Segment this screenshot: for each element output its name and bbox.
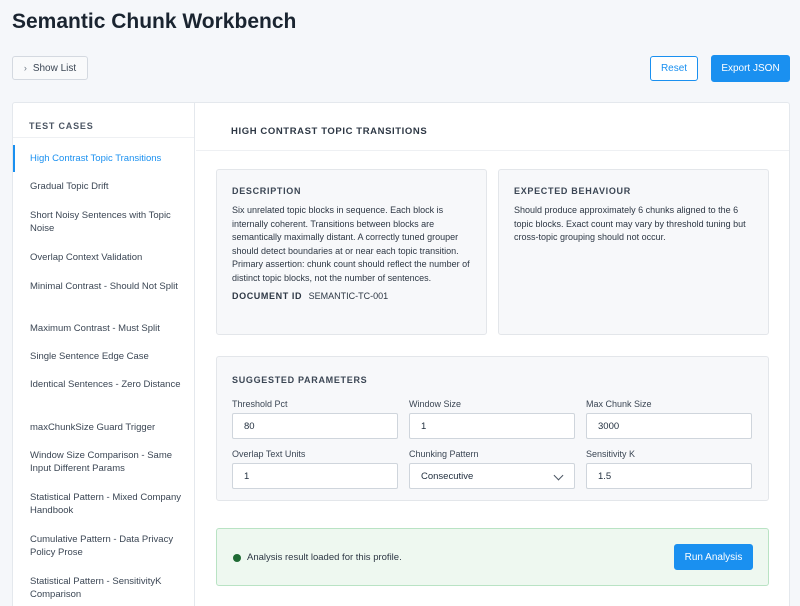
suggested-parameters-panel: SUGGESTED PARAMETERS Threshold Pct 80 Wi… bbox=[216, 356, 769, 501]
sidebar-item-high-contrast[interactable]: High Contrast Topic Transitions bbox=[13, 145, 194, 172]
sidebar-heading: TEST CASES bbox=[29, 121, 94, 131]
sidebar-item-cumulative-privacy[interactable]: Cumulative Pattern - Data Privacy Policy… bbox=[13, 533, 194, 559]
status-dot-icon bbox=[233, 554, 241, 562]
max-chunk-size-input[interactable]: 3000 bbox=[586, 413, 752, 439]
app-title: Semantic Chunk Workbench bbox=[12, 10, 297, 33]
sidebar-item-maximum-contrast[interactable]: Maximum Contrast - Must Split bbox=[13, 322, 194, 335]
expected-heading: EXPECTED BEHAVIOUR bbox=[514, 186, 631, 196]
sidebar-item-statistical-sensitivity[interactable]: Statistical Pattern - SensitivityK Compa… bbox=[13, 575, 194, 601]
overlap-text-units-input[interactable]: 1 bbox=[232, 463, 398, 489]
show-list-label: Show List bbox=[32, 62, 77, 74]
sidebar-item-overlap-context[interactable]: Overlap Context Validation bbox=[13, 251, 194, 264]
reset-button[interactable]: Reset bbox=[650, 56, 698, 81]
sensitivity-k-field: Sensitivity K 1.5 bbox=[586, 449, 752, 489]
threshold-pct-input[interactable]: 80 bbox=[232, 413, 398, 439]
status-message: Analysis result loaded for this profile. bbox=[247, 552, 402, 563]
title-divider bbox=[196, 150, 789, 151]
overlap-text-units-field: Overlap Text Units 1 bbox=[232, 449, 398, 489]
threshold-pct-field: Threshold Pct 80 bbox=[232, 399, 398, 439]
description-panel: DESCRIPTION Six unrelated topic blocks i… bbox=[216, 169, 487, 335]
workbench-card: TEST CASES High Contrast Topic Transitio… bbox=[12, 102, 790, 606]
sidebar-item-minimal-contrast[interactable]: Minimal Contrast - Should Not Split bbox=[13, 280, 194, 293]
window-size-field: Window Size 1 bbox=[409, 399, 575, 439]
analysis-status-panel: Analysis result loaded for this profile.… bbox=[216, 528, 769, 586]
parameters-heading: SUGGESTED PARAMETERS bbox=[232, 375, 368, 385]
chunking-pattern-select[interactable]: Consecutive bbox=[409, 463, 575, 489]
threshold-pct-label: Threshold Pct bbox=[232, 399, 288, 409]
expected-behaviour-panel: EXPECTED BEHAVIOUR Should produce approx… bbox=[498, 169, 769, 335]
run-analysis-button[interactable]: Run Analysis bbox=[674, 544, 753, 570]
sensitivity-k-label: Sensitivity K bbox=[586, 449, 636, 459]
show-list-button[interactable]: › Show List bbox=[12, 56, 88, 80]
window-size-label: Window Size bbox=[409, 399, 462, 409]
expected-text: Should produce approximately 6 chunks al… bbox=[514, 205, 746, 242]
document-id-value: SEMANTIC-TC-001 bbox=[308, 291, 389, 301]
sidebar-item-statistical-handbook[interactable]: Statistical Pattern - Mixed Company Hand… bbox=[13, 491, 194, 517]
sidebar-item-short-noisy[interactable]: Short Noisy Sentences with Topic Noise bbox=[13, 209, 194, 235]
sidebar-item-window-size[interactable]: Window Size Comparison - Same Input Diff… bbox=[13, 449, 194, 475]
overlap-text-units-label: Overlap Text Units bbox=[232, 449, 306, 459]
chevron-down-icon bbox=[553, 470, 564, 481]
chunking-pattern-field: Chunking Pattern Consecutive bbox=[409, 449, 575, 489]
test-case-list: High Contrast Topic Transitions Gradual … bbox=[13, 137, 194, 600]
max-chunk-size-field: Max Chunk Size 3000 bbox=[586, 399, 752, 439]
document-id-label: DOCUMENT ID bbox=[232, 291, 303, 301]
sidebar-item-identical-sentences[interactable]: Identical Sentences - Zero Distance bbox=[13, 378, 194, 391]
chunking-pattern-value: Consecutive bbox=[421, 470, 474, 482]
window-size-input[interactable]: 1 bbox=[409, 413, 575, 439]
sidebar-item-single-sentence[interactable]: Single Sentence Edge Case bbox=[13, 350, 194, 363]
test-case-sidebar: TEST CASES High Contrast Topic Transitio… bbox=[13, 103, 195, 606]
sidebar-item-max-chunk-guard[interactable]: maxChunkSize Guard Trigger bbox=[13, 421, 194, 434]
page-title: HIGH CONTRAST TOPIC TRANSITIONS bbox=[231, 126, 428, 137]
chunking-pattern-label: Chunking Pattern bbox=[409, 449, 479, 459]
sidebar-item-gradual-drift[interactable]: Gradual Topic Drift bbox=[13, 180, 194, 193]
max-chunk-size-label: Max Chunk Size bbox=[586, 399, 652, 409]
description-heading: DESCRIPTION bbox=[232, 186, 302, 196]
export-json-button[interactable]: Export JSON bbox=[711, 55, 790, 82]
sensitivity-k-input[interactable]: 1.5 bbox=[586, 463, 752, 489]
document-id: DOCUMENT ID SEMANTIC-TC-001 bbox=[232, 291, 471, 301]
chevron-right-icon: › bbox=[23, 63, 27, 73]
description-text: Six unrelated topic blocks in sequence. … bbox=[232, 205, 470, 283]
